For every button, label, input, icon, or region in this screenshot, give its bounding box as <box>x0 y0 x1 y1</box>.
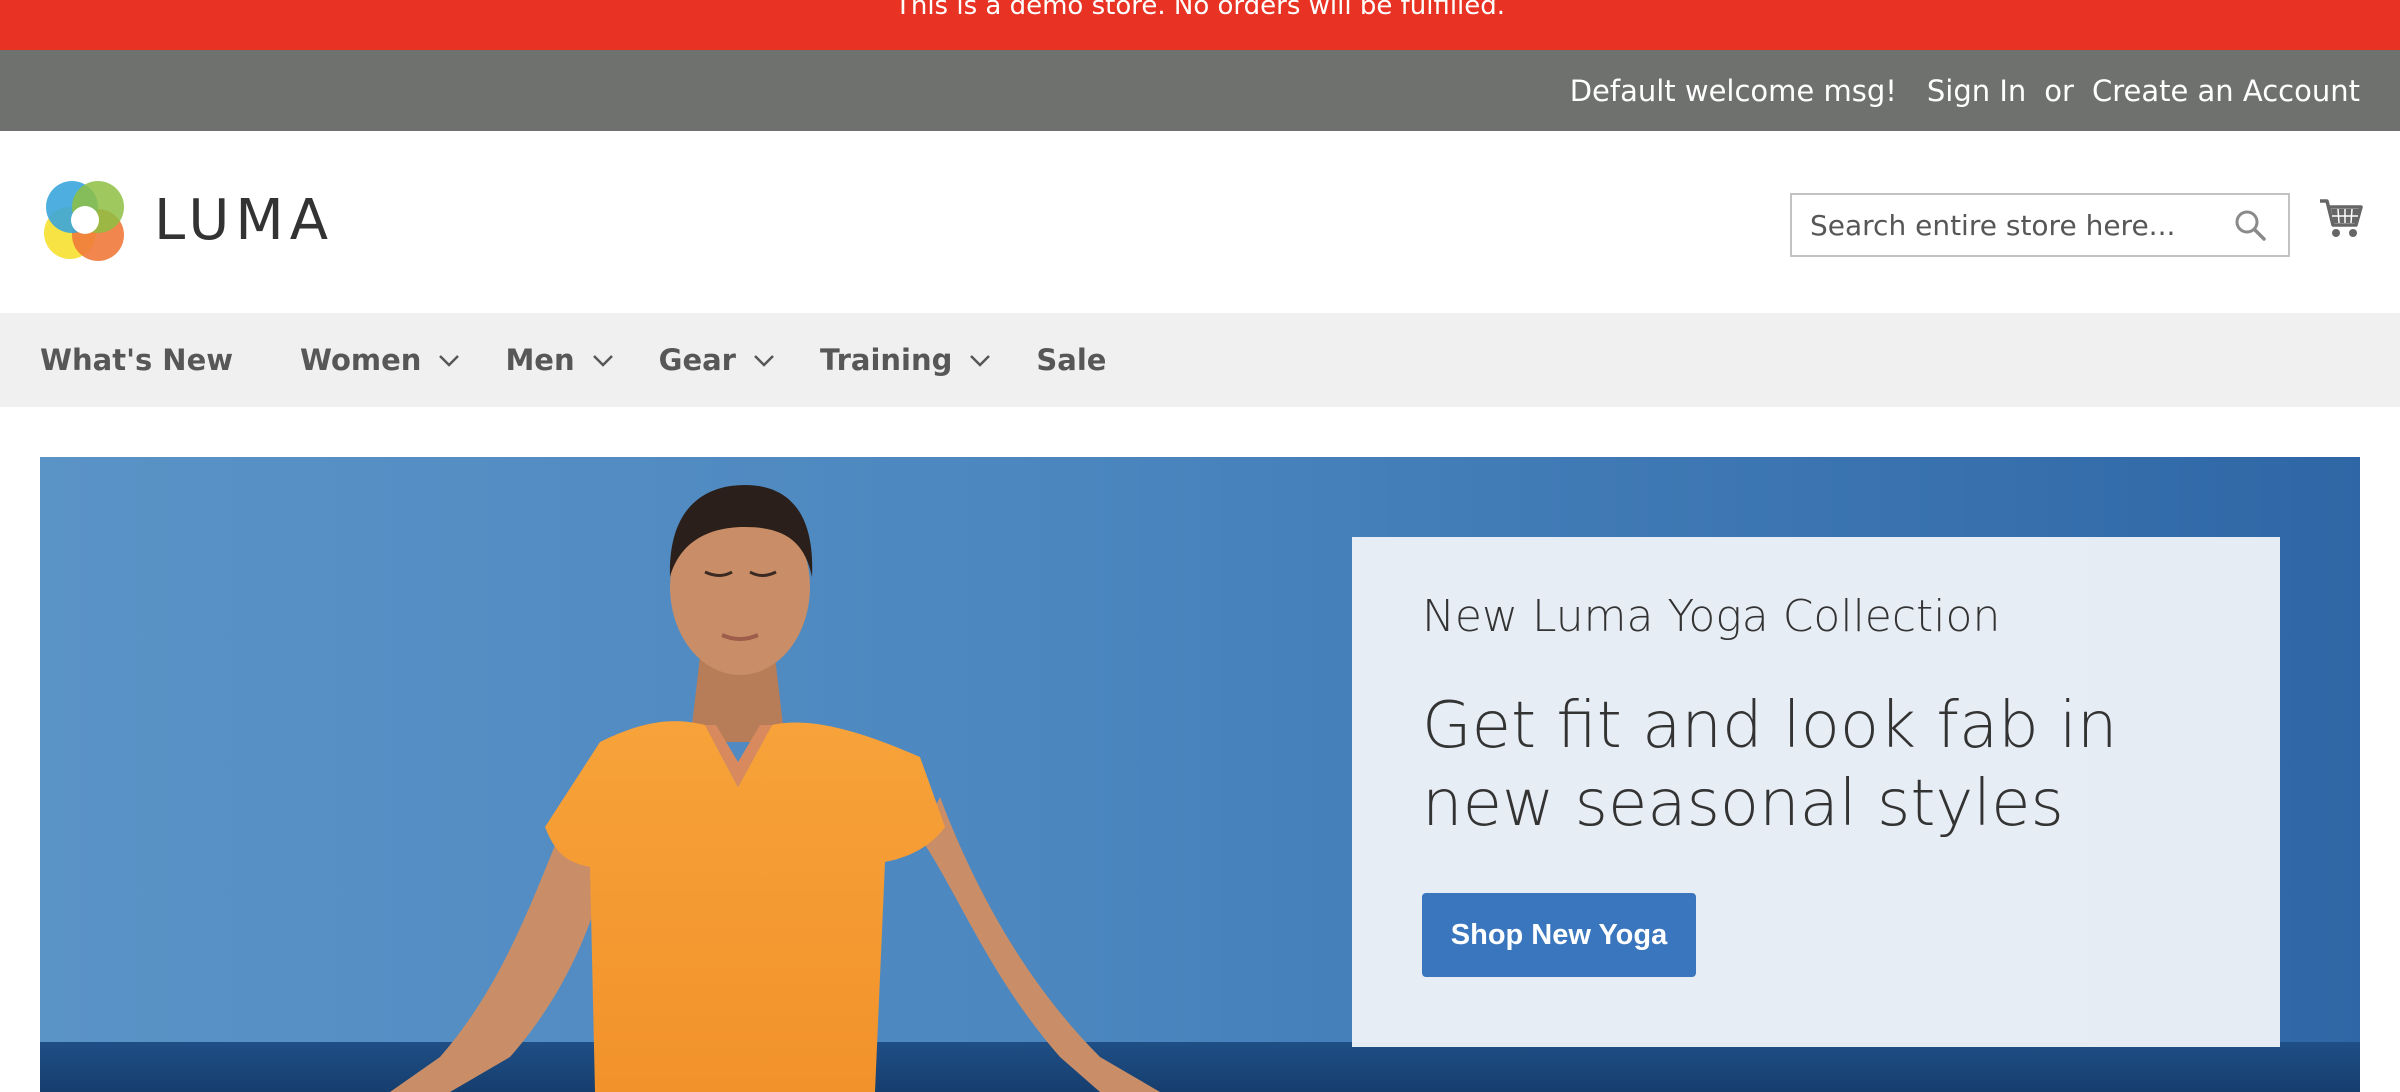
panel-header: Default welcome msg! Sign In or Create a… <box>0 50 2400 131</box>
promo-box: New Luma Yoga Collection Get fit and loo… <box>1352 537 2280 1047</box>
nav-item-men[interactable]: Men <box>505 343 614 377</box>
nav-item-label: Men <box>505 343 575 377</box>
search-input[interactable] <box>1792 195 2230 255</box>
shop-new-yoga-button[interactable]: Shop New Yoga <box>1422 893 1696 977</box>
promo-subtitle: New Luma Yoga Collection <box>1422 591 2001 642</box>
nav-item-label: Sale <box>1036 343 1107 377</box>
sign-in-link[interactable]: Sign In <box>1927 74 2026 108</box>
nav-item-label: Women <box>300 343 422 377</box>
header-content: LUMA <box>0 131 2400 313</box>
cart-icon[interactable] <box>2318 195 2364 241</box>
chevron-down-icon <box>592 355 613 367</box>
logo-text: LUMA <box>154 187 335 253</box>
luma-logo-icon <box>44 181 124 261</box>
nav-item-training[interactable]: Training <box>820 343 992 377</box>
nav-item-label: What's New <box>40 343 234 377</box>
demo-store-notice: This is a demo store. No orders will be … <box>0 0 2400 50</box>
header-links: Default welcome msg! Sign In or Create a… <box>1570 50 2360 131</box>
create-account-link[interactable]: Create an Account <box>2092 74 2360 108</box>
or-separator: or <box>2044 73 2074 108</box>
nav-item-women[interactable]: Women <box>300 343 461 377</box>
welcome-message: Default welcome msg! <box>1569 73 1897 108</box>
nav-item-whats-new[interactable]: What's New <box>40 343 233 377</box>
chevron-down-icon <box>439 355 460 367</box>
chevron-down-icon <box>754 355 774 367</box>
main-navigation: What's New Women Men Gear Training Sale <box>0 313 2400 407</box>
luma-logo[interactable]: LUMA <box>40 175 334 265</box>
nav-item-label: Gear <box>658 343 736 377</box>
chevron-down-icon <box>970 355 991 367</box>
search-box <box>1790 193 2290 257</box>
hero-banner[interactable]: New Luma Yoga Collection Get fit and loo… <box>40 457 2360 1092</box>
promo-title: Get fit and look fab in new seasonal sty… <box>1422 689 2118 841</box>
demo-store-notice-text: This is a demo store. No orders will be … <box>894 0 1506 21</box>
nav-item-sale[interactable]: Sale <box>1036 343 1106 377</box>
nav-list: What's New Women Men Gear Training Sale <box>40 313 1106 407</box>
search-icon[interactable] <box>2230 205 2270 245</box>
nav-item-gear[interactable]: Gear <box>659 343 776 377</box>
nav-item-label: Training <box>819 343 953 377</box>
